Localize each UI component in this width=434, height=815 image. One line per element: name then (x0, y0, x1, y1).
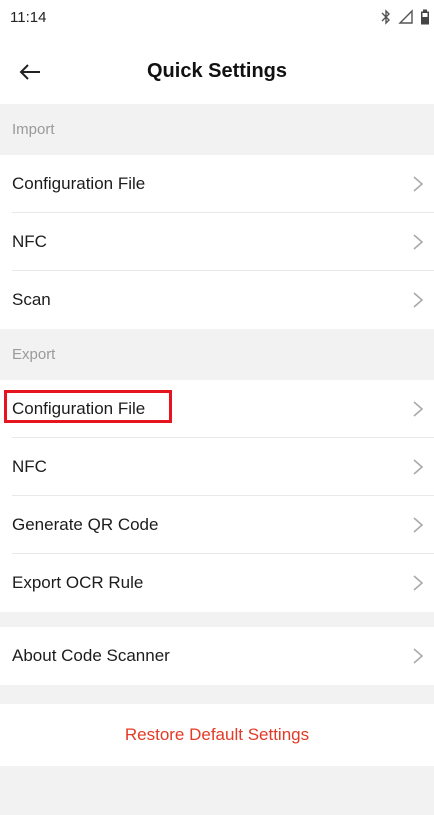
about-group: About Code Scanner (0, 627, 434, 685)
bluetooth-icon (381, 9, 390, 25)
list-item-label: Export OCR Rule (12, 573, 144, 592)
chevron-right-icon (413, 459, 424, 475)
restore-label: Restore Default Settings (124, 725, 310, 744)
chevron-right-icon (413, 648, 424, 664)
signal-icon (398, 9, 413, 24)
chevron-right-icon (413, 176, 424, 192)
export-group: Configuration File NFC Generate QR Code … (0, 380, 434, 612)
list-item-label: About Code Scanner (12, 646, 170, 665)
list-item-label: NFC (12, 232, 47, 251)
status-bar: 11:14 (0, 0, 434, 40)
about-code-scanner-item[interactable]: About Code Scanner (12, 627, 434, 685)
chevron-right-icon (413, 292, 424, 308)
section-header-import: Import (0, 104, 434, 155)
list-item-label: Scan (12, 290, 51, 309)
import-group: Configuration File NFC Scan (0, 155, 434, 329)
import-configuration-file-item[interactable]: Configuration File (12, 155, 434, 213)
restore-default-settings-button[interactable]: Restore Default Settings (0, 704, 434, 766)
battery-icon (421, 9, 429, 25)
import-nfc-item[interactable]: NFC (12, 213, 434, 271)
section-title-import: Import (12, 121, 55, 138)
import-scan-item[interactable]: Scan (12, 271, 434, 329)
app-bar: Quick Settings (0, 40, 434, 104)
export-configuration-file-item[interactable]: Configuration File (4, 380, 434, 438)
export-nfc-item[interactable]: NFC (12, 438, 434, 496)
list-item-label: Configuration File (12, 174, 146, 193)
chevron-right-icon (413, 234, 424, 250)
list-item-label: Configuration File (12, 399, 146, 418)
section-header-export: Export (0, 329, 434, 380)
chevron-right-icon (413, 575, 424, 591)
status-time: 11:14 (10, 9, 47, 26)
section-title-export: Export (12, 346, 56, 363)
export-generate-qr-code-item[interactable]: Generate QR Code (12, 496, 434, 554)
export-ocr-rule-item[interactable]: Export OCR Rule (12, 554, 434, 612)
list-item-label: Generate QR Code (12, 515, 159, 534)
chevron-right-icon (413, 401, 424, 417)
status-icons (380, 9, 430, 25)
page-title: Quick Settings (146, 60, 288, 82)
list-item-label: NFC (12, 457, 47, 476)
chevron-right-icon (413, 517, 424, 533)
